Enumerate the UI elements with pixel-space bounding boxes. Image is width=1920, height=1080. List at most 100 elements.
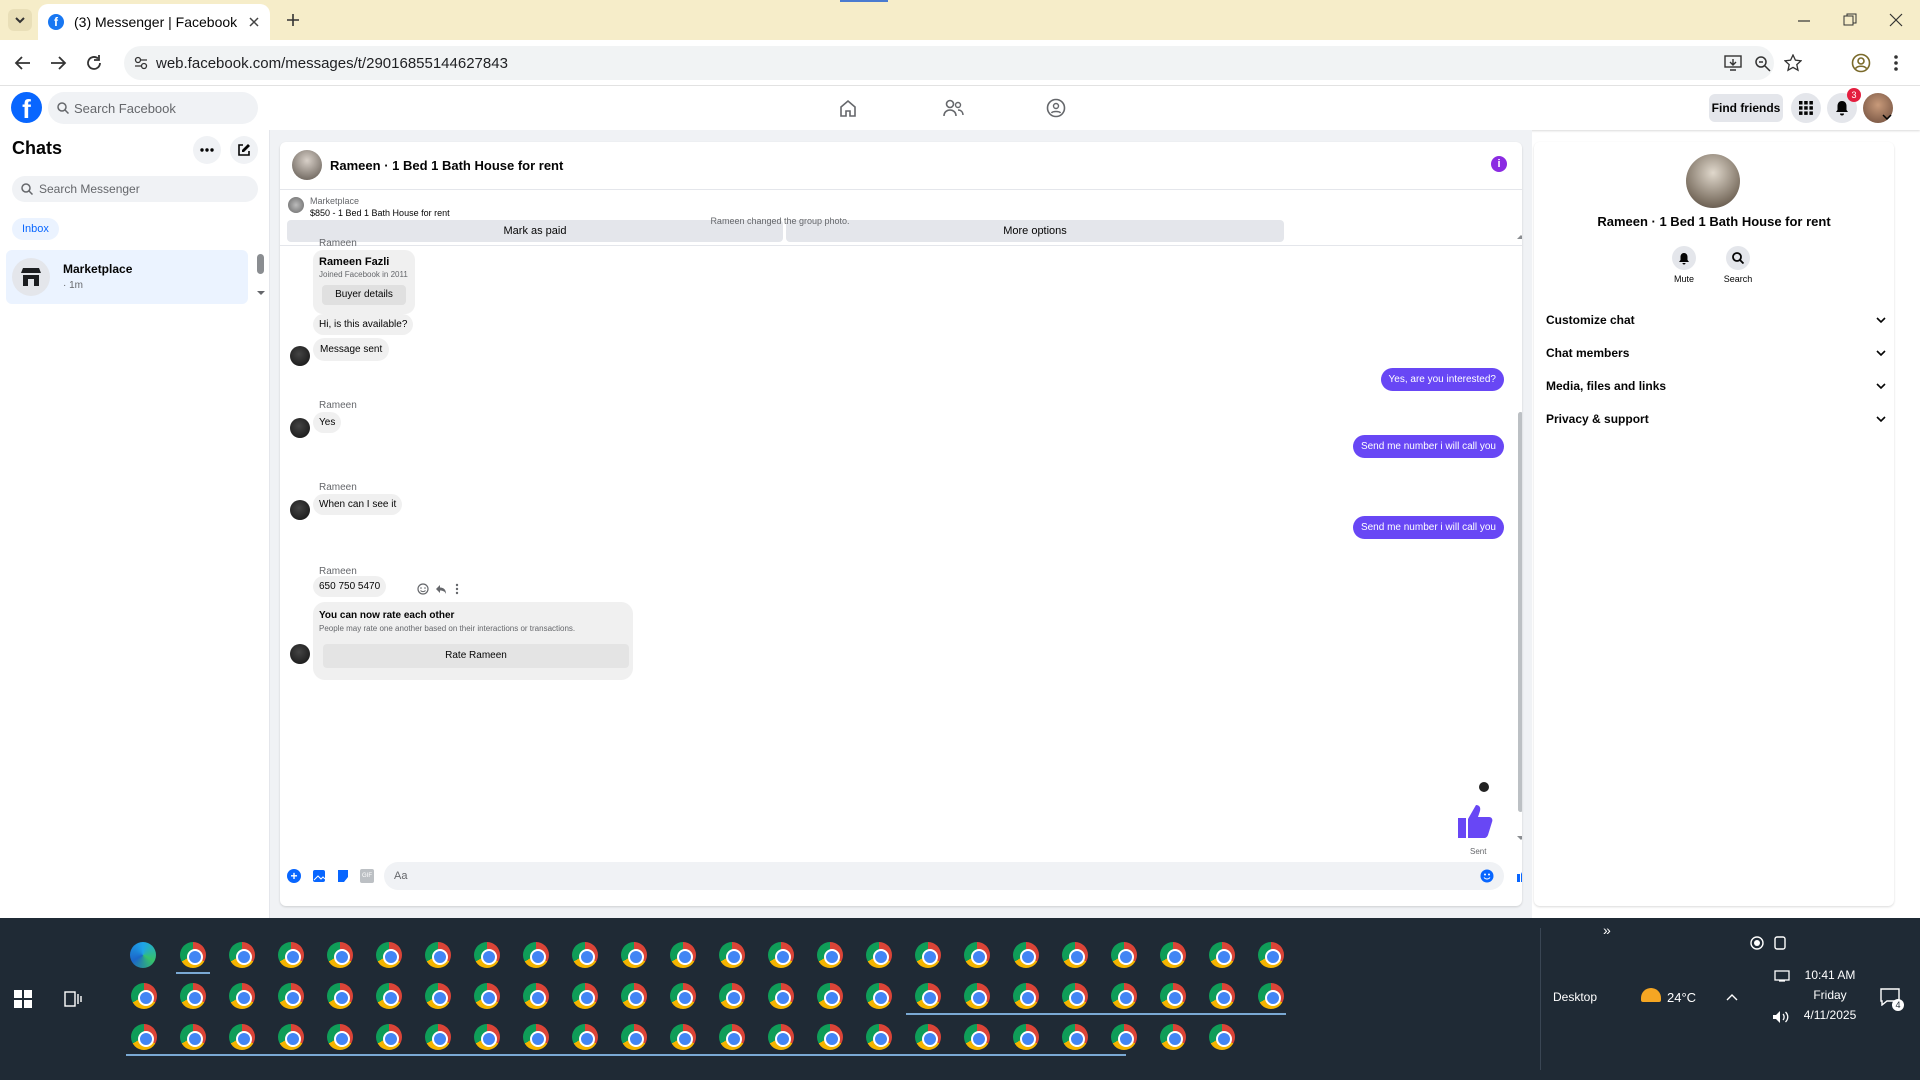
chrome-window-icon[interactable] <box>621 942 647 968</box>
chrome-window-icon[interactable] <box>572 942 598 968</box>
chrome-window-icon[interactable] <box>670 942 696 968</box>
chrome-window-icon[interactable] <box>719 983 745 1009</box>
sticker-icon[interactable] <box>336 869 350 883</box>
add-actions-icon[interactable]: + <box>287 869 301 883</box>
chrome-window-icon[interactable] <box>229 983 255 1009</box>
chrome-window-icon[interactable] <box>817 983 843 1009</box>
record-icon[interactable] <box>1750 936 1764 950</box>
mute-button[interactable] <box>1672 246 1696 270</box>
network-icon[interactable] <box>1774 970 1790 982</box>
chrome-window-icon[interactable] <box>964 942 990 968</box>
facebook-search-input[interactable]: Search Facebook <box>48 92 258 124</box>
close-window-icon[interactable] <box>1889 13 1903 27</box>
buyer-details-button[interactable]: Buyer details <box>322 285 406 305</box>
chrome-window-icon[interactable] <box>964 983 990 1009</box>
chrome-window-icon[interactable] <box>621 1024 647 1050</box>
close-icon[interactable] <box>248 16 260 28</box>
zoom-icon[interactable] <box>1754 55 1771 72</box>
chrome-window-icon[interactable] <box>1160 1024 1186 1050</box>
sender-avatar[interactable] <box>290 500 310 520</box>
scroll-up-arrow-icon[interactable] <box>1517 234 1522 240</box>
chrome-window-icon[interactable] <box>425 983 451 1009</box>
media-files-links-row[interactable]: Media, files and links <box>1546 373 1886 399</box>
reload-icon[interactable] <box>85 54 103 72</box>
chrome-window-icon[interactable] <box>915 942 941 968</box>
chrome-window-icon[interactable] <box>572 1024 598 1050</box>
chrome-window-icon[interactable] <box>180 1024 206 1050</box>
chrome-window-icon[interactable] <box>278 942 304 968</box>
edge-browser-icon[interactable] <box>130 942 156 968</box>
page-scrollbar[interactable] <box>1911 130 1919 918</box>
chrome-window-icon[interactable] <box>229 942 255 968</box>
chrome-window-icon[interactable] <box>1062 942 1088 968</box>
chrome-window-icon[interactable] <box>719 1024 745 1050</box>
chrome-window-icon[interactable] <box>1062 1024 1088 1050</box>
chrome-window-icon[interactable] <box>474 942 500 968</box>
clock-date[interactable]: 4/11/2025 <box>1800 1008 1860 1022</box>
tab-messenger[interactable]: f (3) Messenger | Facebook <box>38 4 270 40</box>
message-input[interactable]: Aa <box>384 862 1504 890</box>
chat-members-row[interactable]: Chat members <box>1546 340 1886 366</box>
chrome-window-icon[interactable] <box>376 1024 402 1050</box>
chrome-window-icon[interactable] <box>1013 983 1039 1009</box>
chrome-window-icon[interactable] <box>523 942 549 968</box>
chrome-window-icon[interactable] <box>474 1024 500 1050</box>
chrome-window-icon[interactable] <box>376 942 402 968</box>
volume-icon[interactable] <box>1772 1010 1790 1024</box>
groups-icon[interactable] <box>1046 98 1066 118</box>
chrome-window-icon[interactable] <box>1111 983 1137 1009</box>
chrome-window-icon[interactable] <box>327 942 353 968</box>
weather-icon[interactable] <box>1641 988 1661 1002</box>
chrome-window-icon[interactable] <box>768 983 794 1009</box>
task-view-icon[interactable] <box>62 989 82 1009</box>
conversation-info-icon[interactable]: i <box>1491 156 1507 172</box>
chrome-window-icon[interactable] <box>1013 942 1039 968</box>
gif-icon[interactable]: GIF <box>360 869 374 883</box>
chrome-window-icon[interactable] <box>866 1024 892 1050</box>
messenger-search-input[interactable]: Search Messenger <box>12 176 258 202</box>
chrome-window-icon[interactable] <box>964 1024 990 1050</box>
privacy-support-row[interactable]: Privacy & support <box>1546 406 1886 432</box>
chrome-window-icon[interactable] <box>278 1024 304 1050</box>
chrome-window-icon[interactable] <box>1209 983 1235 1009</box>
chrome-window-icon[interactable] <box>180 983 206 1009</box>
chrome-window-icon[interactable] <box>131 1024 157 1050</box>
minimize-icon[interactable] <box>1797 14 1811 28</box>
chrome-window-icon[interactable] <box>621 983 647 1009</box>
chrome-window-icon[interactable] <box>229 1024 255 1050</box>
rate-user-button[interactable]: Rate Rameen <box>323 644 629 668</box>
new-message-button[interactable] <box>230 136 258 164</box>
conversation-avatar[interactable] <box>292 150 322 180</box>
chrome-window-icon[interactable] <box>1258 983 1284 1009</box>
chrome-window-icon[interactable] <box>670 1024 696 1050</box>
chrome-window-icon[interactable] <box>278 983 304 1009</box>
chrome-window-icon[interactable] <box>1111 942 1137 968</box>
scroll-down-arrow-icon[interactable] <box>1517 835 1522 841</box>
chrome-window-icon[interactable] <box>866 942 892 968</box>
sender-avatar[interactable] <box>290 644 310 664</box>
restore-icon[interactable] <box>1843 13 1857 27</box>
customize-chat-row[interactable]: Customize chat <box>1546 307 1886 333</box>
chrome-window-icon[interactable] <box>1111 1024 1137 1050</box>
account-chevron-icon[interactable] <box>1882 114 1892 122</box>
chrome-window-icon[interactable] <box>523 983 549 1009</box>
profile-icon[interactable] <box>1851 53 1871 73</box>
chats-options-button[interactable] <box>193 136 221 164</box>
react-emoji-icon[interactable] <box>417 583 429 595</box>
show-hidden-icons-icon[interactable] <box>1726 993 1738 1001</box>
attach-image-icon[interactable] <box>312 869 326 883</box>
tab-search-button[interactable] <box>8 9 32 31</box>
search-conversation-button[interactable] <box>1726 246 1750 270</box>
chrome-window-icon[interactable] <box>425 1024 451 1050</box>
chrome-window-icon[interactable] <box>768 1024 794 1050</box>
chrome-window-icon[interactable] <box>1209 1024 1235 1050</box>
info-avatar[interactable] <box>1686 154 1740 208</box>
listing-thumbnail[interactable] <box>288 197 304 213</box>
like-send-icon[interactable] <box>1516 867 1522 883</box>
clock-time[interactable]: 10:41 AM <box>1800 968 1860 982</box>
install-app-icon[interactable] <box>1724 55 1742 71</box>
chrome-window-icon[interactable] <box>719 942 745 968</box>
facebook-logo-icon[interactable]: f <box>11 92 42 123</box>
chrome-window-icon[interactable] <box>1013 1024 1039 1050</box>
chrome-window-icon[interactable] <box>670 983 696 1009</box>
